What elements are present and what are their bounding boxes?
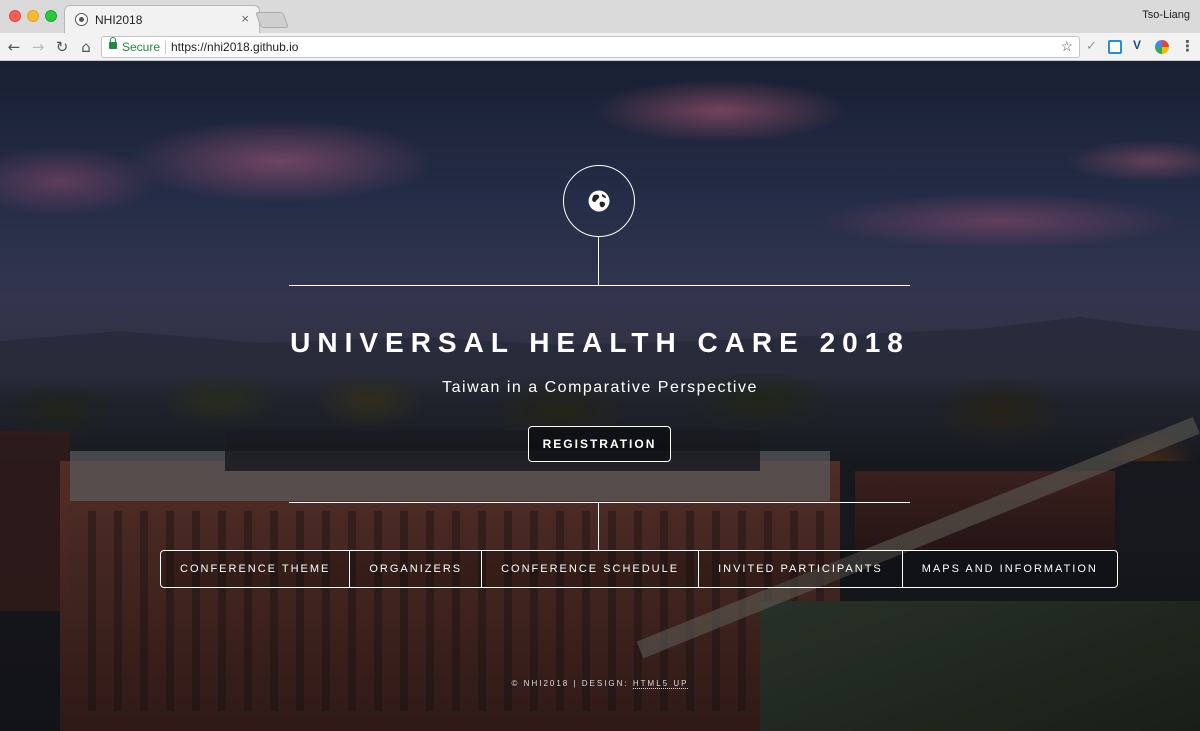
logo-circle [563,165,635,237]
nav-item-maps-and-information[interactable]: MAPS AND INFORMATION [901,551,1117,587]
profile-name[interactable]: Tso-Liang [1142,9,1190,21]
window-maximize-button[interactable] [45,10,57,22]
tab-close-icon[interactable]: × [241,11,249,27]
browser-tab[interactable]: NHI2018 × [64,5,260,33]
footer-text: © NHI2018 | DESIGN: [511,679,629,688]
address-bar[interactable]: Secure https://nhi2018.github.io ☆ [101,36,1080,58]
s-extension-icon[interactable] [1108,40,1122,54]
divider-line-bottom [289,502,910,503]
nav-item-conference-theme[interactable]: CONFERENCE THEME [161,551,349,587]
lock-icon [109,37,117,49]
home-icon[interactable]: ⌂ [76,37,96,57]
check-icon[interactable]: ✓ [1086,38,1097,54]
secure-label: Secure [122,40,161,54]
page-subtitle: Taiwan in a Comparative Perspective [442,379,758,396]
nav-item-invited-participants[interactable]: INVITED PARTICIPANTS [698,551,902,587]
address-separator [165,41,166,54]
page-viewport: UNIVERSAL HEALTH CARE 2018 Taiwan in a C… [0,61,1200,731]
window-close-button[interactable] [9,10,21,22]
url-text[interactable]: https://nhi2018.github.io [171,40,298,54]
page-title: UNIVERSAL HEALTH CARE 2018 [290,327,910,358]
v-extension-icon[interactable]: V [1133,38,1141,52]
connector-line-bottom [598,502,599,550]
nav-item-conference-schedule[interactable]: CONFERENCE SCHEDULE [481,551,698,587]
forward-icon[interactable]: → [28,37,48,57]
footer: © NHI2018 | DESIGN: HTML5 UP [0,679,1200,689]
star-icon[interactable]: ☆ [1060,38,1073,55]
footer-design-link[interactable]: HTML5 UP [632,679,689,689]
browser-toolbar: ← → ↻ ⌂ Secure https://nhi2018.github.io… [0,33,1200,61]
nav-item-organizers[interactable]: ORGANIZERS [349,551,481,587]
color-extension-icon[interactable] [1155,40,1169,54]
menu-icon[interactable]: ⋮ [1180,37,1195,55]
registration-button[interactable]: REGISTRATION [528,426,671,462]
tab-title: NHI2018 [95,13,143,27]
back-icon[interactable]: ← [4,37,24,57]
new-tab-button[interactable] [255,12,289,28]
window-minimize-button[interactable] [27,10,39,22]
main-nav: CONFERENCE THEME ORGANIZERS CONFERENCE S… [160,550,1118,588]
browser-tab-bar: NHI2018 × Tso-Liang [0,0,1200,33]
connector-line-top [598,237,599,285]
favicon-icon [75,13,88,26]
globe-icon [588,190,610,212]
divider-line-top [289,285,910,286]
reload-icon[interactable]: ↻ [52,37,72,57]
